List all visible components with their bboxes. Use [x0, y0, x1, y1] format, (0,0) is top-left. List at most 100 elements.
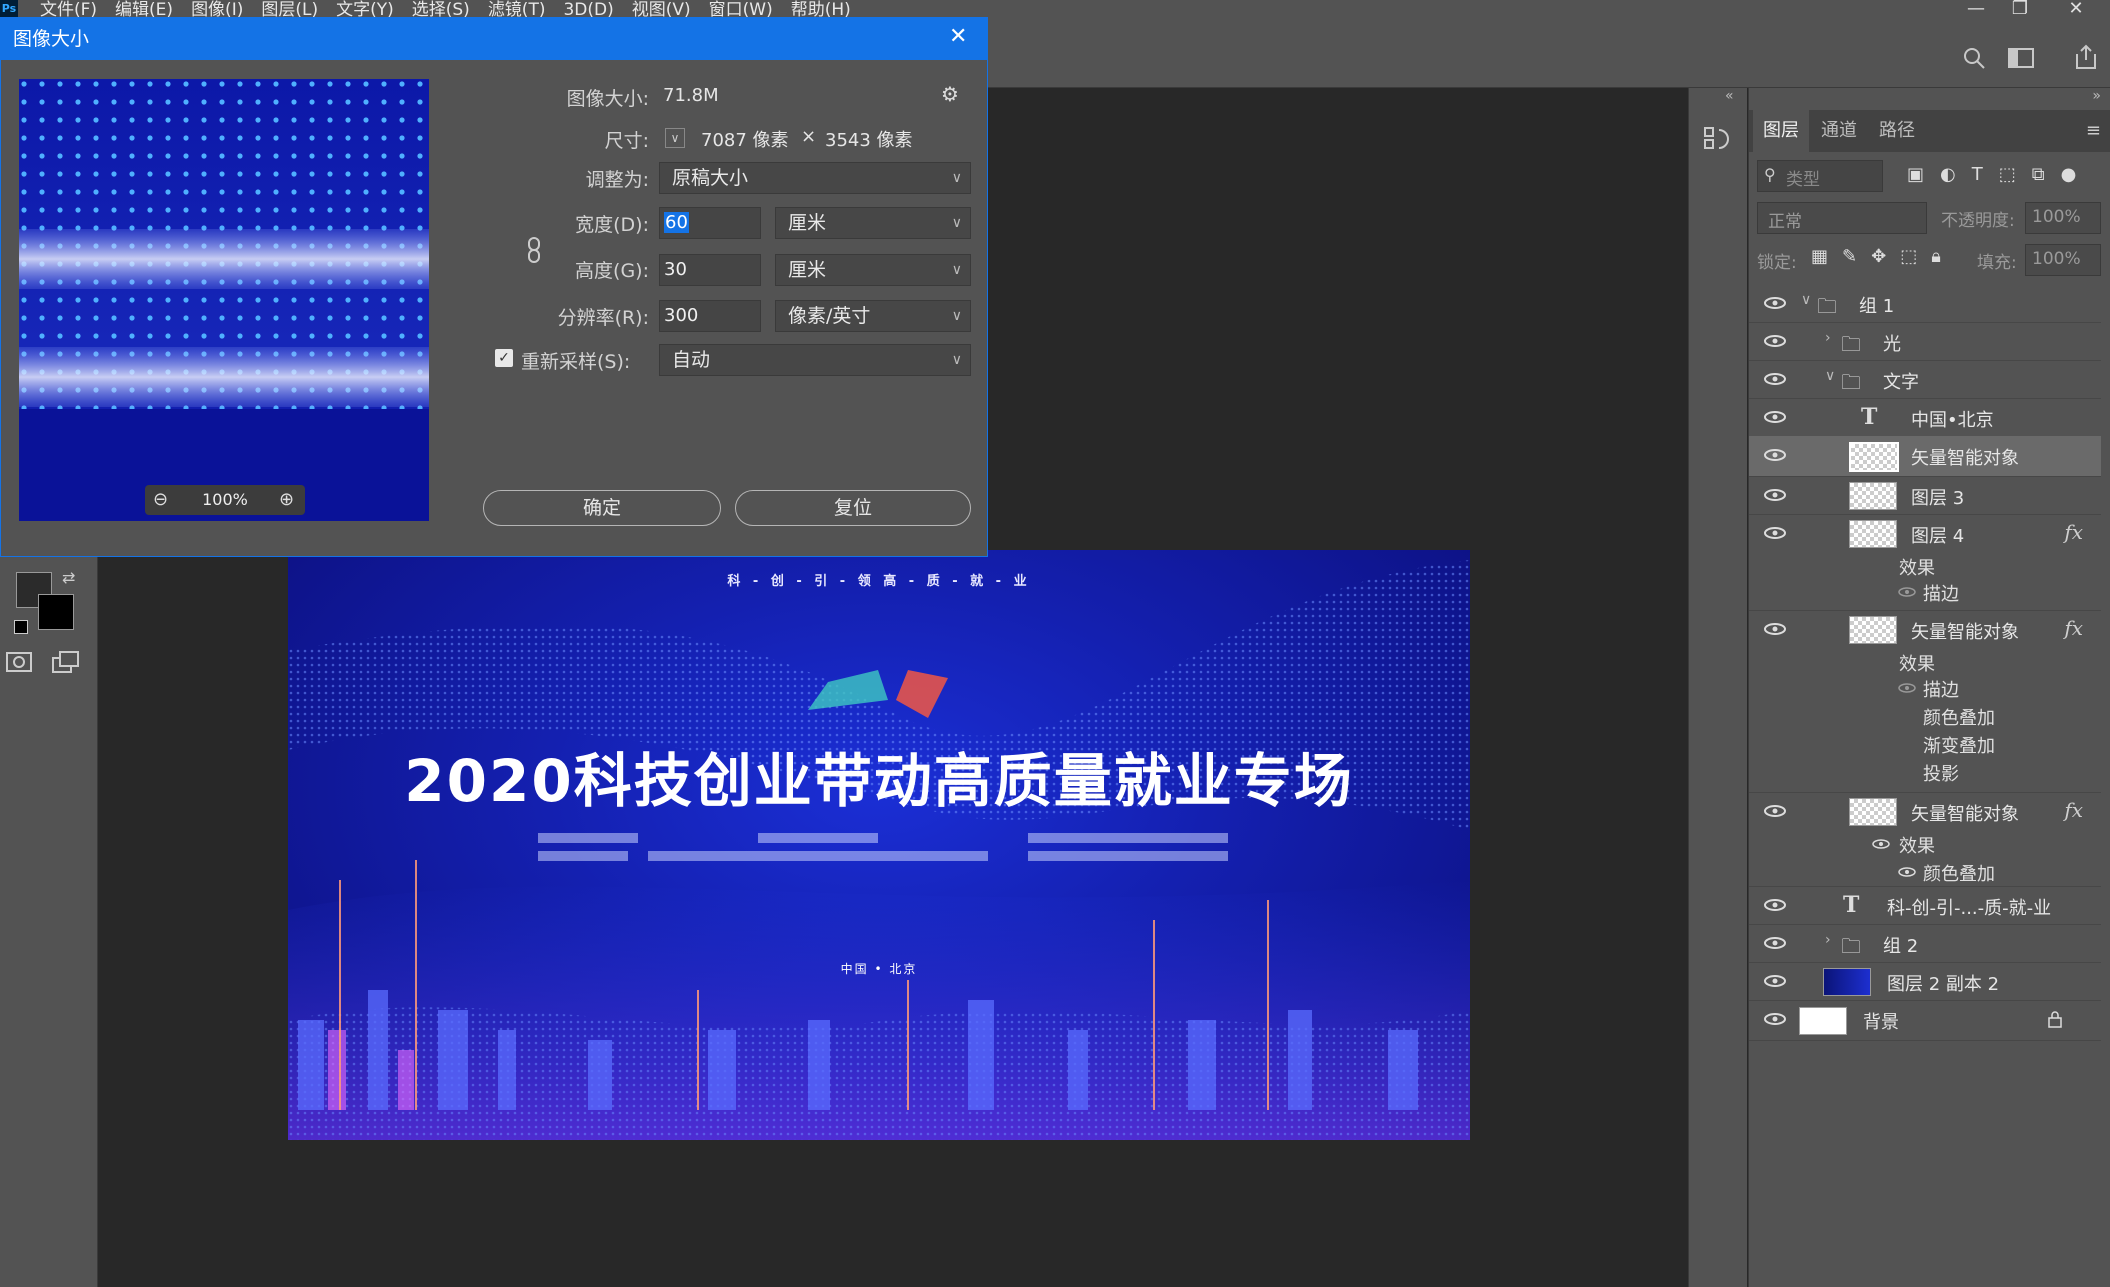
lock-artboard-icon[interactable]: ⬚: [1900, 246, 1917, 267]
layer-name: 中国•北京: [1911, 410, 1994, 431]
fit-to-select[interactable]: 原稿大小 ∨: [659, 162, 971, 194]
collapse-panels-icon[interactable]: «: [1725, 88, 1734, 104]
layer-row[interactable]: ∨ 🗀︎ 组 1: [1749, 284, 2101, 323]
blend-mode-select[interactable]: 正常: [1757, 202, 1927, 234]
layer-row[interactable]: 矢量智能对象 fx 效果 颜色叠加: [1749, 792, 2101, 887]
image-preview[interactable]: ⊖ 100% ⊕: [19, 79, 429, 521]
background-color-swatch[interactable]: [38, 594, 74, 630]
layer-row[interactable]: T 科-创-引-...-质-就-业: [1749, 886, 2101, 925]
width-unit-select[interactable]: 厘米 ∨: [775, 207, 971, 239]
smartobject-filter-icon[interactable]: ⧉: [2032, 164, 2045, 185]
eye-icon[interactable]: [1763, 447, 1787, 463]
layer-row-selected[interactable]: 矢量智能对象: [1749, 436, 2101, 477]
opacity-field[interactable]: 100%: [2025, 202, 2101, 234]
layer-row[interactable]: 矢量智能对象 fx 效果 描边 颜色叠加 渐变叠加 投影: [1749, 610, 2101, 793]
eye-icon[interactable]: [1763, 973, 1787, 989]
dimensions-unit-dropdown[interactable]: ∨: [665, 128, 685, 148]
maximize-icon[interactable]: ❐: [2000, 0, 2040, 22]
fx-icon[interactable]: fx: [2064, 798, 2083, 822]
layer-row[interactable]: 图层 4 fx 效果 描边: [1749, 514, 2101, 611]
eye-icon[interactable]: [1763, 525, 1787, 541]
chevron-down-icon[interactable]: ∨: [1801, 292, 1811, 308]
eye-icon[interactable]: [1763, 333, 1787, 349]
layer-filter-icons: ▣ ◐ T ⬚ ⧉ ●: [1907, 164, 2076, 185]
filter-toggle-icon[interactable]: ●: [2061, 164, 2077, 185]
resample-checkbox[interactable]: ✓: [495, 349, 513, 367]
effects-eye-icon[interactable]: [1871, 838, 1891, 850]
chevron-down-icon: ∨: [951, 352, 962, 368]
effect-eye-icon[interactable]: [1897, 682, 1917, 694]
folder-icon: 🗀︎: [1817, 294, 1837, 318]
tab-paths[interactable]: 路径: [1869, 110, 1925, 152]
effect-eye-icon[interactable]: [1897, 586, 1917, 598]
lock-all-icon[interactable]: 🔒︎: [1931, 246, 1941, 267]
layer-thumbnail: [1849, 798, 1897, 826]
gear-icon[interactable]: ⚙: [941, 82, 959, 106]
panel-menu-icon[interactable]: ≡: [2086, 120, 2101, 141]
height-unit-select[interactable]: 厘米 ∨: [775, 254, 971, 286]
eye-icon[interactable]: [1763, 487, 1787, 503]
layer-row[interactable]: › 🗀︎ 组 2: [1749, 924, 2101, 963]
zoom-in-icon[interactable]: ⊕: [279, 489, 294, 510]
adjustment-filter-icon[interactable]: ◐: [1940, 164, 1956, 185]
eye-icon[interactable]: [1763, 409, 1787, 425]
search-icon[interactable]: [1962, 46, 1986, 70]
quick-mask-icon[interactable]: [6, 652, 32, 674]
resolution-unit-select[interactable]: 像素/英寸 ∨: [775, 300, 971, 332]
eye-icon[interactable]: [1763, 1011, 1787, 1027]
lock-transparent-icon[interactable]: ▦: [1811, 246, 1828, 267]
fill-field[interactable]: 100%: [2025, 244, 2101, 276]
fit-to-label: 调整为:: [585, 169, 649, 191]
height-input[interactable]: 30: [659, 254, 761, 286]
chevron-right-icon[interactable]: ›: [1825, 330, 1831, 346]
fx-icon[interactable]: fx: [2064, 520, 2083, 544]
default-colors-icon[interactable]: [14, 620, 28, 634]
layer-row[interactable]: › 🗀︎ 光: [1749, 322, 2101, 361]
eye-icon[interactable]: [1763, 371, 1787, 387]
chevron-right-icon[interactable]: ›: [1825, 932, 1831, 948]
effect-eye-icon[interactable]: [1897, 866, 1917, 878]
minimize-icon[interactable]: —: [1956, 0, 1996, 22]
layer-thumbnail: [1799, 1007, 1847, 1035]
eye-icon[interactable]: [1763, 935, 1787, 951]
close-icon[interactable]: ✕: [949, 24, 967, 49]
chevron-down-icon[interactable]: ∨: [1825, 368, 1835, 384]
lock-image-icon[interactable]: ✎: [1842, 246, 1857, 267]
resample-select[interactable]: 自动 ∨: [659, 344, 971, 376]
type-filter-icon[interactable]: T: [1972, 164, 1983, 185]
eye-icon[interactable]: [1763, 803, 1787, 819]
swap-colors-icon[interactable]: ⇄: [62, 568, 75, 587]
shape-filter-icon[interactable]: ⬚: [1999, 164, 2016, 185]
resolution-input[interactable]: 300: [659, 300, 761, 332]
eye-icon[interactable]: [1763, 295, 1787, 311]
expand-panels-icon[interactable]: »: [2092, 88, 2101, 104]
lock-position-icon[interactable]: ✥: [1871, 246, 1886, 267]
artwork-tagline: 科 - 创 - 引 - 领 高 - 质 - 就 - 业: [727, 574, 1031, 589]
close-window-icon[interactable]: ✕: [2056, 0, 2096, 22]
layer-row[interactable]: ∨ 🗀︎ 文字: [1749, 360, 2101, 399]
layer-filter-select[interactable]: ⚲ 类型: [1757, 160, 1883, 192]
tab-channels[interactable]: 通道: [1811, 110, 1867, 152]
width-input[interactable]: 60: [659, 207, 761, 239]
eye-icon[interactable]: [1763, 897, 1787, 913]
layer-row[interactable]: 图层 3: [1749, 476, 2101, 515]
share-icon[interactable]: [2074, 44, 2098, 70]
layer-row[interactable]: T 中国•北京: [1749, 398, 2101, 437]
layer-row[interactable]: 图层 2 副本 2: [1749, 962, 2101, 1001]
layer-thumbnail: [1849, 616, 1897, 644]
width-label: 宽度(D):: [575, 214, 649, 236]
document-canvas[interactable]: 科 - 创 - 引 - 领 高 - 质 - 就 - 业 2020科技创业带动高质…: [288, 550, 1470, 1140]
workspace-icon[interactable]: [2008, 48, 2034, 68]
pixel-filter-icon[interactable]: ▣: [1907, 164, 1924, 185]
reset-button[interactable]: 复位: [735, 490, 971, 526]
fx-icon[interactable]: fx: [2064, 616, 2083, 640]
ok-button[interactable]: 确定: [483, 490, 721, 526]
layer-row[interactable]: 背景: [1749, 1000, 2101, 1041]
zoom-out-icon[interactable]: ⊖: [153, 489, 168, 510]
layer-thumbnail: [1849, 482, 1897, 510]
tab-layers[interactable]: 图层: [1753, 110, 1809, 152]
layer-name: 科-创-引-...-质-就-业: [1887, 898, 2052, 919]
history-icon[interactable]: [1703, 124, 1733, 154]
screen-mode-icon[interactable]: [52, 650, 82, 676]
eye-icon[interactable]: [1763, 621, 1787, 637]
